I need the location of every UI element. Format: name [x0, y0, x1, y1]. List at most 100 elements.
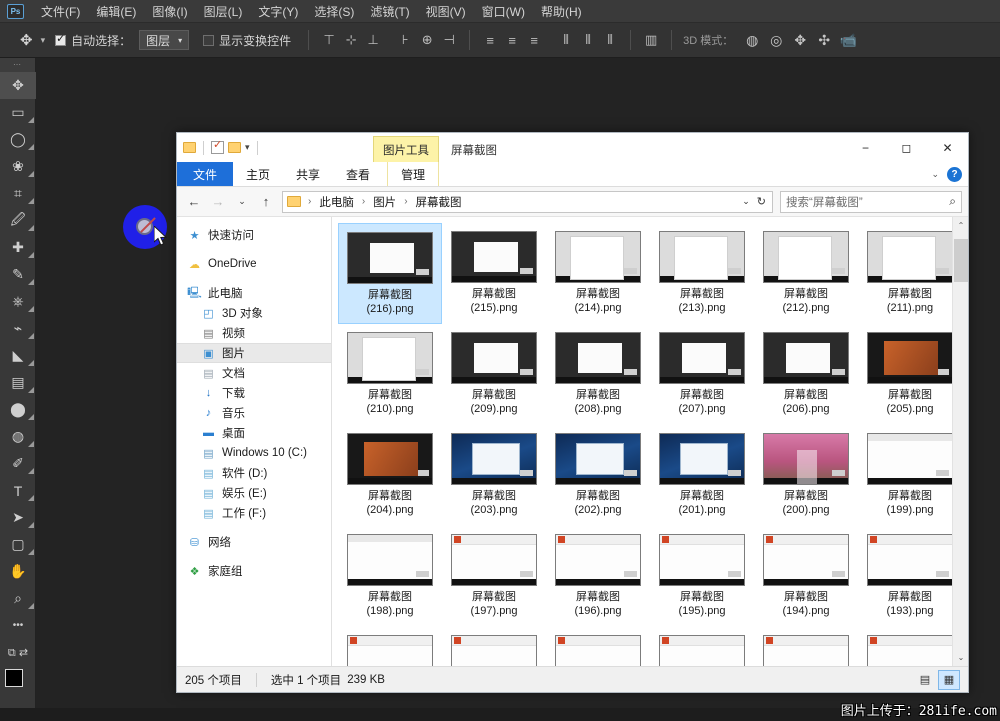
- file-item[interactable]: 屏幕截图(206).png: [754, 324, 858, 425]
- quick-mask-swap-icon[interactable]: ⧉ ⇄: [0, 639, 36, 666]
- maximize-button[interactable]: ◻: [886, 133, 927, 162]
- close-button[interactable]: ✕: [927, 133, 968, 162]
- move-tool-icon[interactable]: ✥: [20, 31, 33, 49]
- sidebar-item-3[interactable]: ◰3D 对象: [177, 303, 331, 323]
- file-item[interactable]: 屏幕截图(203).png: [442, 425, 546, 526]
- sidebar-item-1[interactable]: ☁OneDrive: [177, 254, 331, 274]
- auto-select-checkbox[interactable]: [55, 35, 66, 46]
- file-item[interactable]: 屏幕截图(197).png: [442, 526, 546, 627]
- tab-share[interactable]: 共享: [283, 162, 333, 186]
- sidebar-item-5[interactable]: ▣图片: [177, 343, 331, 363]
- tab-file[interactable]: 文件: [177, 162, 233, 186]
- details-view-icon[interactable]: ▤: [914, 670, 936, 690]
- breadcrumb-bar[interactable]: › 此电脑 › 图片 › 屏幕截图 ⌄ ↻: [282, 191, 773, 213]
- file-item[interactable]: 屏幕截图(199).png: [858, 425, 962, 526]
- align-bottom-edges-icon[interactable]: ⊥: [362, 29, 384, 51]
- forward-button[interactable]: →: [207, 191, 229, 213]
- file-item[interactable]: 屏幕截图(195).png: [650, 526, 754, 627]
- file-item[interactable]: 屏幕截图(204).png: [338, 425, 442, 526]
- distribute-horizontal-centers-icon[interactable]: ⦀: [577, 29, 599, 51]
- eyedropper-tool[interactable]: 🖉: [0, 207, 36, 234]
- qat-customize-caret-icon[interactable]: ▾: [245, 142, 250, 153]
- file-item[interactable]: 屏幕截图(194).png: [754, 526, 858, 627]
- horizontal-type-tool[interactable]: T: [0, 477, 36, 504]
- distribute-top-edges-icon[interactable]: ≡: [479, 29, 501, 51]
- sidebar-item-9[interactable]: ▬桌面: [177, 423, 331, 443]
- align-left-edges-icon[interactable]: ⊦: [394, 29, 416, 51]
- scroll-up-button[interactable]: ⌃: [953, 217, 968, 234]
- tab-view[interactable]: 查看: [333, 162, 383, 186]
- menu-filter[interactable]: 滤镜(T): [362, 1, 417, 22]
- up-button[interactable]: ↑: [255, 191, 277, 213]
- align-vertical-centers-icon[interactable]: ⊹: [340, 29, 362, 51]
- qat-properties-icon[interactable]: [211, 141, 224, 154]
- sidebar-item-7[interactable]: ↓下载: [177, 383, 331, 403]
- file-item[interactable]: 屏幕截图(207).png: [650, 324, 754, 425]
- align-right-edges-icon[interactable]: ⊣: [438, 29, 460, 51]
- menu-image[interactable]: 图像(I): [144, 1, 195, 22]
- 3d-camera-icon[interactable]: 📹: [836, 29, 860, 51]
- breadcrumb-this-pc[interactable]: 此电脑: [316, 194, 357, 210]
- crop-tool[interactable]: ⌗: [0, 180, 36, 207]
- menu-view[interactable]: 视图(V): [418, 1, 474, 22]
- file-item[interactable]: 屏幕截图(215).png: [442, 223, 546, 324]
- pen-tool[interactable]: ✐: [0, 450, 36, 477]
- file-item[interactable]: 屏幕截图(216).png: [338, 223, 442, 324]
- file-item[interactable]: [442, 627, 546, 666]
- rectangle-tool[interactable]: ▢: [0, 531, 36, 558]
- file-item[interactable]: 屏幕截图(213).png: [650, 223, 754, 324]
- file-item[interactable]: [858, 627, 962, 666]
- search-icon[interactable]: ⌕: [949, 194, 956, 209]
- eraser-tool[interactable]: ◣: [0, 342, 36, 369]
- auto-select-scope-dropdown[interactable]: 图层 ▾: [139, 30, 189, 50]
- sidebar-item-15[interactable]: ❖家庭组: [177, 561, 331, 581]
- menu-file[interactable]: 文件(F): [33, 1, 88, 22]
- back-button[interactable]: ←: [183, 191, 205, 213]
- chevron-down-icon[interactable]: ⌄: [931, 169, 939, 180]
- file-item[interactable]: 屏幕截图(200).png: [754, 425, 858, 526]
- blur-tool[interactable]: ⬤: [0, 396, 36, 423]
- file-item[interactable]: 屏幕截图(193).png: [858, 526, 962, 627]
- align-horizontal-centers-icon[interactable]: ⊕: [416, 29, 438, 51]
- file-item[interactable]: [338, 627, 442, 666]
- file-item[interactable]: [650, 627, 754, 666]
- gradient-tool[interactable]: ▤: [0, 369, 36, 396]
- sidebar-item-13[interactable]: ▤工作 (F:): [177, 503, 331, 523]
- move-tool[interactable]: ✥: [0, 72, 36, 99]
- sidebar-item-8[interactable]: ♪音乐: [177, 403, 331, 423]
- file-list-pane[interactable]: 屏幕截图(216).png屏幕截图(215).png屏幕截图(214).png屏…: [332, 217, 968, 666]
- refresh-icon[interactable]: ↻: [757, 195, 766, 208]
- path-selection-tool[interactable]: ➤: [0, 504, 36, 531]
- menu-layer[interactable]: 图层(L): [196, 1, 251, 22]
- file-item[interactable]: 屏幕截图(201).png: [650, 425, 754, 526]
- distribute-bottom-edges-icon[interactable]: ≡: [523, 29, 545, 51]
- file-item[interactable]: 屏幕截图(202).png: [546, 425, 650, 526]
- qat-save-folder-icon[interactable]: [183, 142, 196, 153]
- scrollbar-thumb[interactable]: [954, 239, 968, 282]
- tool-panel-grip[interactable]: ⋯: [0, 58, 35, 72]
- sidebar-item-4[interactable]: ▤视频: [177, 323, 331, 343]
- tool-preset-caret-icon[interactable]: ▾: [41, 35, 46, 46]
- menu-window[interactable]: 窗口(W): [474, 1, 533, 22]
- menu-select[interactable]: 选择(S): [306, 1, 362, 22]
- minimize-button[interactable]: −: [845, 133, 886, 162]
- distribute-vertical-centers-icon[interactable]: ≡: [501, 29, 523, 51]
- color-swatches[interactable]: [0, 666, 35, 700]
- breadcrumb-screenshots[interactable]: 屏幕截图: [413, 194, 465, 210]
- distribute-left-edges-icon[interactable]: ⦀: [555, 29, 577, 51]
- file-item[interactable]: 屏幕截图(211).png: [858, 223, 962, 324]
- vertical-scrollbar[interactable]: ⌃ ⌄: [952, 217, 968, 666]
- align-distribute-options-icon[interactable]: ▥: [640, 29, 662, 51]
- file-item[interactable]: 屏幕截图(198).png: [338, 526, 442, 627]
- file-item[interactable]: 屏幕截图(196).png: [546, 526, 650, 627]
- rectangular-marquee-tool[interactable]: ▭: [0, 99, 36, 126]
- quick-selection-tool[interactable]: ❀: [0, 153, 36, 180]
- align-top-edges-icon[interactable]: ⊤: [318, 29, 340, 51]
- sidebar-item-12[interactable]: ▤娱乐 (E:): [177, 483, 331, 503]
- sidebar-item-14[interactable]: ⛁网络: [177, 532, 331, 552]
- lasso-tool[interactable]: ◯: [0, 126, 36, 153]
- large-icons-view-icon[interactable]: ▦: [938, 670, 960, 690]
- 3d-slide-icon[interactable]: ✣: [812, 29, 836, 51]
- file-item[interactable]: 屏幕截图(210).png: [338, 324, 442, 425]
- recent-locations-caret-icon[interactable]: ⌄: [231, 191, 253, 213]
